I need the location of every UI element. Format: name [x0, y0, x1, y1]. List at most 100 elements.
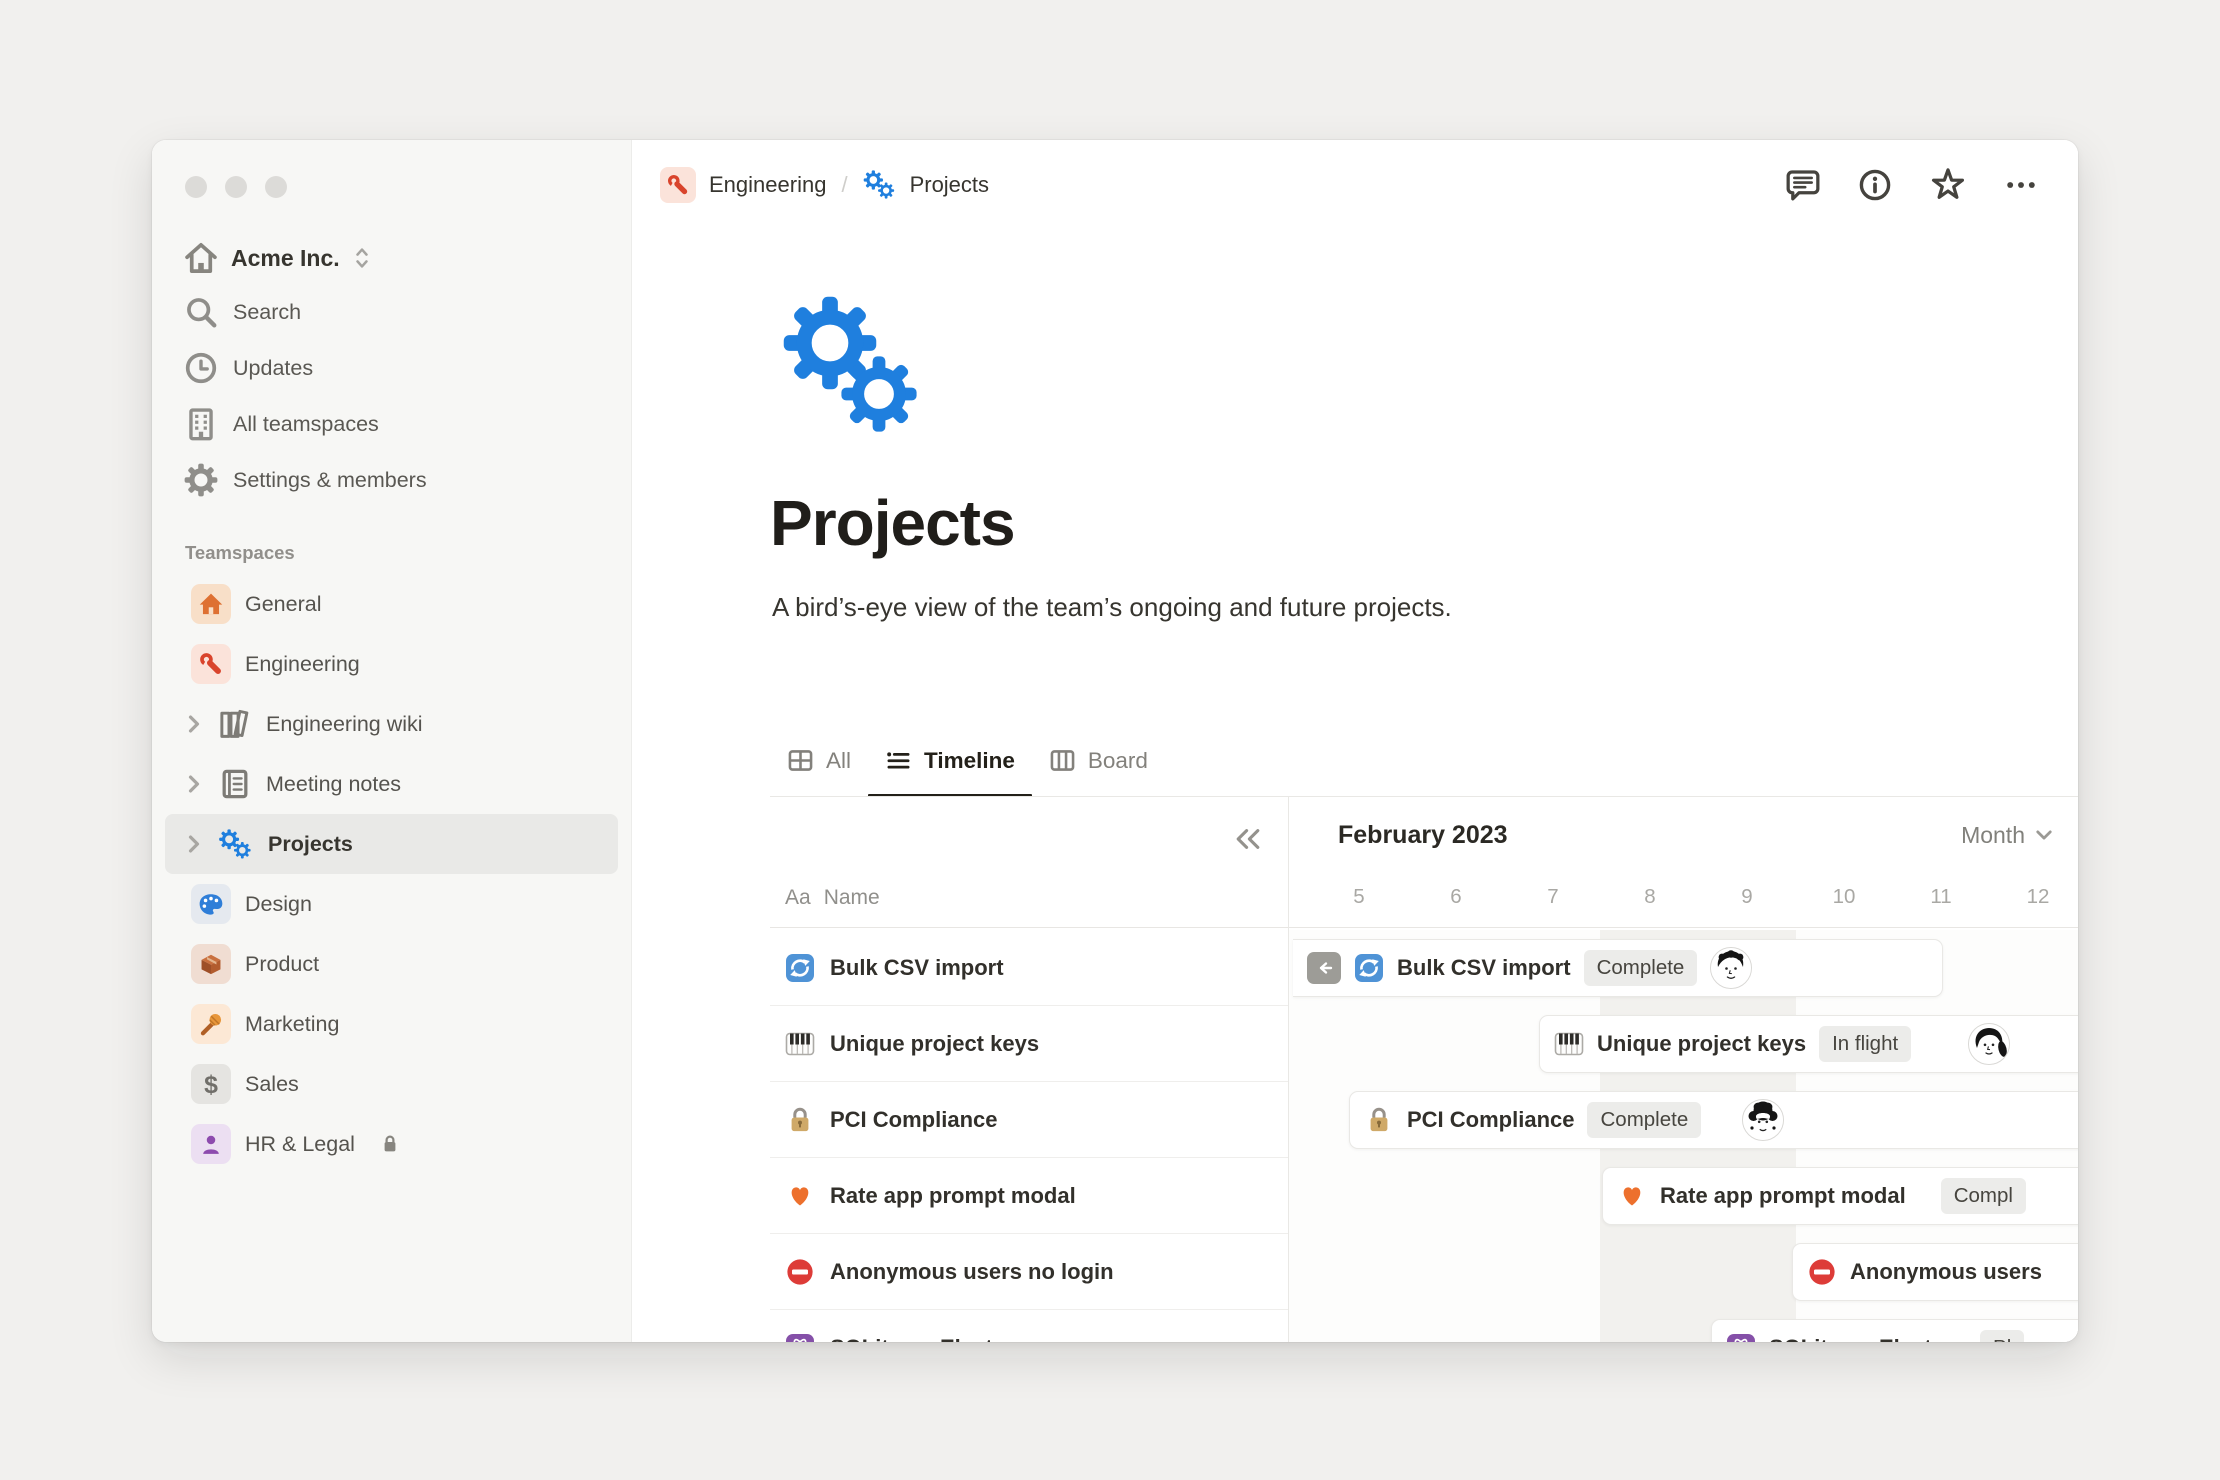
sidebar-item-hr-legal[interactable]: HR & Legal — [165, 1114, 618, 1174]
timeline-card-rate-app-prompt-modal[interactable]: Rate app prompt modal Compl — [1602, 1167, 2078, 1225]
status-badge: Complete — [1587, 1102, 1701, 1138]
gear-icon — [184, 463, 218, 497]
comments-icon[interactable] — [1786, 168, 1820, 202]
chevron-right-icon[interactable] — [184, 833, 204, 855]
sidebar-item-projects[interactable]: Projects — [165, 814, 618, 874]
timeline-month-label: February 2023 — [1338, 821, 1508, 850]
lock-icon — [785, 1105, 815, 1135]
lock-icon — [379, 1133, 401, 1155]
window-zoom-button[interactable] — [265, 176, 287, 198]
timeline-header: February 2023 Month — [1289, 797, 2078, 873]
day-label: 8 — [1620, 885, 1680, 909]
sidebar-item-meeting-notes[interactable]: Meeting notes — [165, 754, 618, 814]
sidebar-item-design[interactable]: Design — [165, 874, 618, 934]
chevron-right-icon[interactable] — [184, 713, 204, 735]
scroll-to-start-button[interactable] — [1307, 952, 1341, 984]
status-badge: Pl — [1980, 1330, 2024, 1343]
table-row[interactable]: Anonymous users no login — [770, 1234, 1288, 1310]
sidebar-item-label: Settings & members — [233, 468, 427, 493]
refresh-icon — [1354, 953, 1384, 983]
sidebar-item-settings[interactable]: Settings & members — [152, 452, 631, 508]
timeline-card-sqlite-on-electron[interactable]: SQLite on Electron Pl — [1711, 1319, 2078, 1343]
avatar — [1710, 947, 1752, 989]
timeline-panel: February 2023 Month 5 6 7 8 9 10 11 12 — [1288, 797, 2078, 1342]
sidebar: Acme Inc. Search Updates All teamspaces … — [152, 140, 632, 1342]
piano-icon — [1554, 1029, 1584, 1059]
timeline-card-pci-compliance[interactable]: PCI Compliance Complete — [1349, 1091, 2078, 1149]
sidebar-item-search[interactable]: Search — [152, 284, 631, 340]
timeline-icon — [885, 747, 912, 774]
sidebar-item-engineering[interactable]: Engineering — [165, 634, 618, 694]
microphone-icon — [191, 1004, 231, 1044]
day-label: 11 — [1911, 885, 1971, 909]
topbar-actions — [1786, 167, 2038, 203]
more-options-icon[interactable] — [2004, 168, 2038, 202]
table-row[interactable]: Bulk CSV import — [770, 930, 1288, 1006]
atom-icon — [785, 1333, 815, 1343]
timeline-card-anonymous-users[interactable]: Anonymous users — [1792, 1243, 2078, 1301]
timeline-card-unique-project-keys[interactable]: Unique project keys In flight — [1539, 1015, 2078, 1073]
day-label: 6 — [1426, 885, 1486, 909]
wrench-icon — [191, 644, 231, 684]
sidebar-item-updates[interactable]: Updates — [152, 340, 631, 396]
no-entry-icon — [785, 1257, 815, 1287]
building-icon — [184, 407, 218, 441]
sidebar-item-label: Search — [233, 300, 301, 325]
star-icon[interactable] — [1930, 167, 1966, 203]
chevron-right-icon[interactable] — [184, 773, 204, 795]
chevron-up-down-icon — [353, 246, 371, 270]
sidebar-item-label: Updates — [233, 356, 313, 381]
status-badge: Compl — [1941, 1178, 2026, 1214]
workspace-switcher[interactable]: Acme Inc. — [152, 232, 631, 284]
day-label: 5 — [1329, 885, 1389, 909]
timeline-scale-dropdown[interactable]: Month — [1961, 822, 2054, 849]
workspace-name: Acme Inc. — [231, 245, 340, 272]
tab-all[interactable]: All — [770, 747, 868, 796]
timeline-card-bulk-csv-import[interactable]: Bulk CSV import Complete — [1293, 939, 1943, 997]
view-tabs: All Timeline Board — [770, 722, 1165, 796]
table-row[interactable]: SQLite on Electron — [770, 1310, 1288, 1342]
clock-icon — [184, 351, 218, 385]
day-label: 9 — [1717, 885, 1777, 909]
home-icon — [184, 241, 218, 275]
name-column-header[interactable]: Aa Name — [770, 869, 1288, 928]
avatar — [1968, 1023, 2010, 1065]
page-icon-gears[interactable] — [782, 295, 934, 439]
window-close-button[interactable] — [185, 176, 207, 198]
package-icon — [191, 944, 231, 984]
sidebar-item-all-teamspaces[interactable]: All teamspaces — [152, 396, 631, 452]
notebook-icon — [218, 767, 252, 801]
timeline-name-column: Aa Name Bulk CSV import Unique project k… — [770, 797, 1288, 1342]
collapse-panel-icon[interactable] — [1234, 825, 1262, 853]
table-row[interactable]: Rate app prompt modal — [770, 1158, 1288, 1234]
status-badge: In flight — [1819, 1026, 1911, 1062]
breadcrumb-team[interactable]: Engineering — [709, 172, 826, 198]
table-row[interactable]: PCI Compliance — [770, 1082, 1288, 1158]
books-icon — [218, 707, 252, 741]
info-icon[interactable] — [1858, 168, 1892, 202]
main-content: Engineering / Projects Projects A bird’s… — [632, 140, 2078, 1342]
person-icon — [191, 1124, 231, 1164]
breadcrumb-page[interactable]: Projects — [910, 172, 989, 198]
sidebar-item-marketing[interactable]: Marketing — [165, 994, 618, 1054]
table-row[interactable]: Unique project keys — [770, 1006, 1288, 1082]
window-minimize-button[interactable] — [225, 176, 247, 198]
sidebar-item-product[interactable]: Product — [165, 934, 618, 994]
lock-icon — [1364, 1105, 1394, 1135]
atom-icon — [1726, 1333, 1756, 1343]
status-badge: Complete — [1584, 950, 1698, 986]
sidebar-item-general[interactable]: General — [165, 574, 618, 634]
house-icon — [191, 584, 231, 624]
window-controls — [152, 170, 631, 232]
tab-board[interactable]: Board — [1032, 747, 1165, 796]
search-icon — [184, 295, 218, 329]
sidebar-item-label: All teamspaces — [233, 412, 379, 437]
sidebar-item-engineering-wiki[interactable]: Engineering wiki — [165, 694, 618, 754]
name-rows: Bulk CSV import Unique project keys PCI … — [770, 930, 1288, 1342]
table-icon — [787, 747, 814, 774]
avatar — [1742, 1099, 1784, 1141]
tab-timeline[interactable]: Timeline — [868, 747, 1032, 796]
day-label: 10 — [1814, 885, 1874, 909]
sidebar-item-sales[interactable]: Sales — [165, 1054, 618, 1114]
page-title: Projects — [770, 486, 1015, 560]
